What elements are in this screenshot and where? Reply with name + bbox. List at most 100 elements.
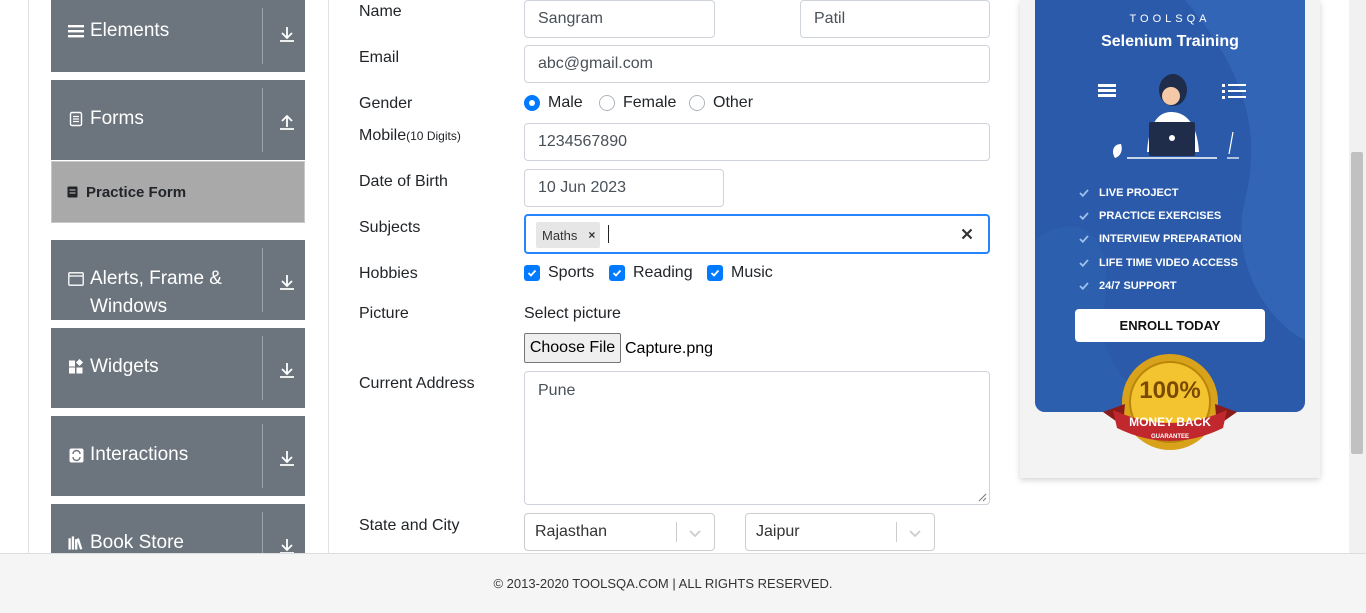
checkbox[interactable] — [524, 265, 540, 281]
page-scrollbar-thumb[interactable] — [1351, 152, 1363, 454]
current-address-textarea[interactable]: Pune — [524, 371, 990, 505]
feature-item: LIFE TIME VIDEO ACCESS — [1079, 251, 1241, 274]
text-cursor — [608, 225, 609, 243]
radio-button[interactable] — [599, 95, 615, 111]
sidebar-group-book-store[interactable]: Book Store — [51, 504, 305, 553]
subjects-input[interactable]: Maths × — [524, 214, 990, 254]
sidebar-group-widgets[interactable]: Widgets — [51, 328, 305, 408]
footer-text: © 2013-2020 TOOLSQA.COM | ALL RIGHTS RES… — [493, 576, 833, 591]
feature-label: 24/7 SUPPORT — [1099, 279, 1177, 292]
download-arrow-icon — [280, 363, 294, 378]
checkbox[interactable] — [707, 265, 723, 281]
radio-button[interactable] — [524, 95, 540, 111]
select-picture-label: Select picture — [524, 305, 621, 322]
check-icon — [710, 269, 720, 277]
gender-radio-other[interactable]: Other — [689, 94, 753, 112]
hobby-checkbox-music[interactable]: Music — [707, 264, 773, 282]
chevron-down-icon — [909, 530, 921, 538]
feature-item: 24/7 SUPPORT — [1079, 274, 1241, 297]
city-select[interactable]: Jaipur — [745, 513, 935, 551]
money-back-badge: 100% MONEY BACK GUARANTEE — [1103, 354, 1237, 450]
picture-label: Picture — [359, 305, 409, 322]
feature-item: PRACTICE EXERCISES — [1079, 204, 1241, 227]
gender-label: Gender — [359, 95, 413, 112]
sidebar-group-label: Elements — [90, 20, 170, 41]
date-of-birth-input[interactable]: 10 Jun 2023 — [524, 169, 724, 207]
mobile-hint: (10 Digits) — [406, 129, 461, 143]
choose-file-button[interactable]: Choose File — [524, 333, 621, 363]
email-label: Email — [359, 49, 400, 66]
sidebar-group-label: Widgets — [90, 356, 159, 377]
download-arrow-icon — [280, 275, 294, 290]
sidebar-group-label: Book Store — [90, 532, 184, 553]
window-icon — [68, 271, 84, 287]
divider — [676, 522, 677, 542]
sidebar-group-alerts[interactable]: Alerts, Frame & Windows — [51, 240, 305, 320]
radio-label: Female — [623, 94, 677, 111]
feature-item: LIVE PROJECT — [1079, 181, 1241, 204]
sidebar-group-elements[interactable]: Elements — [51, 0, 305, 72]
ad-title: Selenium Training — [1101, 33, 1239, 50]
form-icon — [67, 186, 78, 198]
gender-radio-male[interactable]: Male — [524, 94, 583, 112]
check-icon — [1079, 258, 1089, 267]
download-arrow-icon — [280, 451, 294, 466]
checkbox-label: Reading — [633, 264, 693, 281]
sidebar-group-label: Forms — [90, 108, 144, 129]
address-text: Pune — [538, 382, 576, 399]
resize-handle-icon[interactable] — [977, 492, 987, 502]
checkbox[interactable] — [609, 265, 625, 281]
clear-icon[interactable] — [958, 225, 976, 243]
sidebar-group-forms[interactable]: Forms — [51, 80, 305, 160]
chip-remove-icon[interactable]: × — [583, 228, 600, 242]
chevron-down-icon — [689, 530, 701, 538]
sidebar-group-label: Interactions — [90, 444, 189, 465]
subjects-label: Subjects — [359, 219, 421, 236]
radio-button[interactable] — [689, 95, 705, 111]
sidebar-group-interactions[interactable]: Interactions — [51, 416, 305, 496]
enroll-today-button[interactable]: ENROLL TODAY — [1075, 309, 1265, 342]
checkbox-label: Sports — [548, 264, 595, 281]
download-arrow-icon — [280, 27, 294, 42]
document-icon — [68, 111, 84, 127]
hobby-checkbox-sports[interactable]: Sports — [524, 264, 594, 282]
check-icon — [527, 269, 537, 277]
city-value: Jaipur — [756, 523, 800, 540]
mobile-input[interactable]: 1234567890 — [524, 123, 990, 161]
interactions-icon — [68, 447, 84, 463]
ad-banner[interactable]: TOOLSQA Selenium Training LIVE PROJECT P… — [1020, 0, 1320, 478]
last-name-input[interactable]: Patil — [800, 0, 990, 38]
divider — [262, 88, 263, 152]
ad-brand: TOOLSQA — [1129, 13, 1211, 25]
subject-chip-label: Maths — [542, 227, 578, 243]
badge-line: MONEY BACK — [1129, 415, 1211, 429]
feature-label: INTERVIEW PREPARATION — [1099, 233, 1242, 246]
gender-radio-female[interactable]: Female — [599, 94, 676, 112]
sidebar: Elements Forms Practice Form Alerts, Fra… — [28, 0, 329, 553]
dob-label: Date of Birth — [359, 173, 448, 190]
first-name-input[interactable]: Sangram — [524, 0, 715, 38]
email-input[interactable]: abc@gmail.com — [524, 45, 990, 83]
badge-percent: 100% — [1139, 377, 1200, 404]
feature-list: LIVE PROJECT PRACTICE EXERCISES INTERVIE… — [1079, 181, 1241, 297]
books-icon — [68, 535, 84, 551]
divider — [262, 248, 263, 312]
trainer-illustration — [1098, 74, 1246, 159]
mobile-label-text: Mobile — [359, 127, 407, 144]
widgets-icon — [68, 359, 84, 375]
check-icon — [1079, 282, 1089, 290]
check-icon — [1079, 189, 1089, 197]
hamburger-icon — [68, 23, 84, 39]
subject-chip: Maths × — [536, 222, 601, 248]
footer: © 2013-2020 TOOLSQA.COM | ALL RIGHTS RES… — [0, 553, 1366, 613]
sidebar-item-practice-form[interactable]: Practice Form — [51, 161, 305, 223]
check-icon — [1079, 212, 1089, 220]
current-address-label: Current Address — [359, 375, 475, 392]
hobbies-label: Hobbies — [359, 265, 418, 282]
feature-item: INTERVIEW PREPARATION — [1079, 228, 1241, 251]
state-select[interactable]: Rajasthan — [524, 513, 715, 551]
check-icon — [1079, 235, 1089, 244]
hobby-checkbox-reading[interactable]: Reading — [609, 264, 693, 282]
sidebar-group-label: Alerts, Frame & — [90, 268, 222, 289]
state-value: Rajasthan — [535, 523, 608, 540]
